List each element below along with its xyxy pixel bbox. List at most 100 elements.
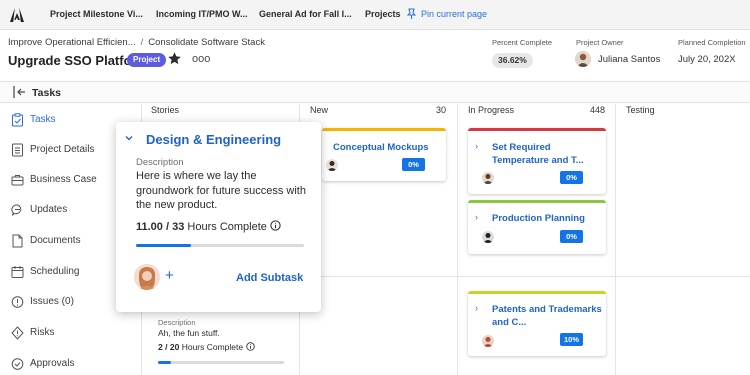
- project-owner-label: Project Owner: [576, 38, 624, 47]
- sidebar-item-label: Project Details: [30, 144, 95, 155]
- task-progress-badge: 10%: [560, 333, 583, 346]
- hours-total: 20: [169, 342, 180, 352]
- column-divider: [457, 104, 458, 375]
- alert-circle-icon: [11, 296, 24, 308]
- sidebar-item-label: Documents: [30, 235, 81, 246]
- card-accent-bar: [468, 128, 606, 131]
- assignee-avatar[interactable]: [482, 335, 494, 347]
- chevron-down-icon[interactable]: [123, 132, 135, 144]
- owner-avatar[interactable]: [575, 51, 591, 67]
- calendar-icon: [11, 266, 24, 278]
- add-subtask-button[interactable]: Add Subtask: [236, 272, 303, 284]
- sidebar-item-label: Approvals: [30, 358, 75, 369]
- project-owner-name[interactable]: Juliana Santos: [598, 54, 660, 65]
- hours-done: 11.00: [136, 221, 163, 233]
- card-accent-bar: [468, 291, 606, 294]
- assignee-avatar[interactable]: [326, 159, 338, 171]
- tasks-section-bar: Tasks: [0, 81, 750, 103]
- hours-separator: /: [165, 221, 170, 233]
- percent-complete-value: 36.62%: [492, 53, 533, 68]
- assignee-avatar[interactable]: [482, 172, 494, 184]
- column-count-new: 30: [436, 105, 447, 115]
- card-accent-bar: [468, 200, 606, 203]
- percent-complete-label: Percent Complete: [492, 38, 553, 47]
- add-assignee-icon[interactable]: +: [165, 267, 174, 284]
- breadcrumb: Improve Operational Efficien... / Consolid…: [8, 37, 265, 48]
- info-icon[interactable]: [245, 342, 255, 351]
- planned-completion-label: Planned Completion: [678, 38, 746, 47]
- hours-suffix: Hours Complete: [187, 221, 267, 233]
- star-icon[interactable]: [167, 51, 182, 66]
- chat-bubble-icon: [11, 204, 22, 216]
- chevron-right-icon[interactable]: ›: [475, 141, 478, 151]
- hours-done: 2: [158, 342, 163, 352]
- task-card[interactable]: › Patents and Trademarks and C... 10%: [468, 291, 606, 356]
- tab-incoming-it-pmo[interactable]: Incoming IT/PMO W...: [156, 9, 248, 19]
- tab-general-ad[interactable]: General Ad for Fall I...: [259, 9, 352, 19]
- task-progress-badge: 0%: [402, 158, 425, 171]
- task-card-title[interactable]: Conceptual Mockups: [333, 141, 443, 154]
- collapse-panel-icon[interactable]: [12, 85, 26, 99]
- task-card-title[interactable]: Production Planning: [492, 212, 602, 225]
- project-type-badge: Project: [127, 53, 167, 67]
- assignee-avatar[interactable]: [482, 231, 494, 243]
- story-progress-fill: [158, 361, 171, 364]
- pin-current-page-button[interactable]: Pin current page: [406, 8, 488, 19]
- breadcrumb-current[interactable]: Consolidate Software Stack: [148, 37, 265, 48]
- briefcase-icon: [11, 175, 24, 186]
- breadcrumb-parent[interactable]: Improve Operational Efficien...: [8, 37, 136, 48]
- sidebar-item-risks[interactable]: Risks: [8, 323, 138, 343]
- chevron-right-icon[interactable]: ›: [475, 212, 478, 222]
- column-count-in-progress: 448: [590, 105, 606, 115]
- tab-projects[interactable]: Projects: [365, 9, 401, 19]
- task-card-title[interactable]: Patents and Trademarks and C...: [492, 303, 602, 329]
- risk-diamond-icon: [11, 326, 24, 340]
- more-options-icon[interactable]: ooo: [192, 53, 210, 65]
- column-header-new: New: [310, 105, 329, 115]
- story-description: Ah, the fun stuff.: [158, 328, 220, 338]
- sidebar-item-approvals[interactable]: Approvals: [8, 354, 138, 374]
- pin-icon: [406, 8, 417, 19]
- task-card[interactable]: Conceptual Mockups 0%: [322, 128, 446, 181]
- task-progress-badge: 0%: [560, 230, 583, 243]
- clipboard-check-icon: [12, 113, 23, 127]
- hours-total: 33: [172, 221, 185, 233]
- adobe-logo-icon[interactable]: [9, 7, 25, 23]
- column-divider: [615, 104, 616, 375]
- story-description: Here is where we lay the groundwork for …: [136, 170, 306, 211]
- story-popover: Design & Engineering Description Here is…: [116, 122, 321, 312]
- top-tab-bar: Project Milestone Vi... Incoming IT/PMO …: [0, 0, 750, 30]
- task-card[interactable]: › Production Planning 0%: [468, 200, 606, 254]
- sidebar-item-label: Risks: [30, 327, 55, 338]
- story-description-label: Description: [136, 157, 184, 168]
- tab-project-milestone[interactable]: Project Milestone Vi...: [50, 9, 143, 19]
- story-hours-complete: 2 / 20 Hours Complete: [158, 342, 255, 352]
- column-header-stories: Stories: [151, 105, 180, 115]
- check-circle-icon: [11, 358, 24, 370]
- breadcrumb-separator: /: [140, 37, 144, 48]
- planned-completion-value: July 20, 202X: [678, 54, 736, 65]
- column-header-testing: Testing: [626, 105, 655, 115]
- info-icon[interactable]: [270, 220, 281, 231]
- pin-label: Pin current page: [421, 9, 488, 19]
- file-icon: [12, 234, 23, 248]
- hours-separator: /: [165, 342, 168, 352]
- sidebar-item-label: Scheduling: [30, 266, 80, 277]
- assignee-avatar[interactable]: [134, 264, 160, 290]
- story-title[interactable]: Design & Engineering: [146, 132, 281, 147]
- document-list-icon: [12, 143, 23, 157]
- sidebar-item-label: Issues (0): [30, 296, 74, 307]
- sidebar-item-label: Updates: [30, 204, 68, 215]
- story-progress-track: [136, 244, 304, 247]
- task-card-title[interactable]: Set Required Temperature and T...: [492, 141, 602, 167]
- hours-suffix: Hours Complete: [181, 342, 244, 352]
- task-progress-badge: 0%: [560, 171, 583, 184]
- chevron-right-icon[interactable]: ›: [475, 303, 478, 313]
- sidebar-item-label: Business Case: [30, 174, 97, 185]
- sidebar-item-label: Tasks: [30, 114, 56, 125]
- column-header-in-progress: In Progress: [468, 105, 515, 115]
- story-hours-complete: 11.00 / 33 Hours Complete: [136, 220, 281, 233]
- task-card[interactable]: › Set Required Temperature and T... 0%: [468, 128, 606, 194]
- section-title: Tasks: [32, 87, 61, 99]
- story-progress-track: [158, 361, 284, 364]
